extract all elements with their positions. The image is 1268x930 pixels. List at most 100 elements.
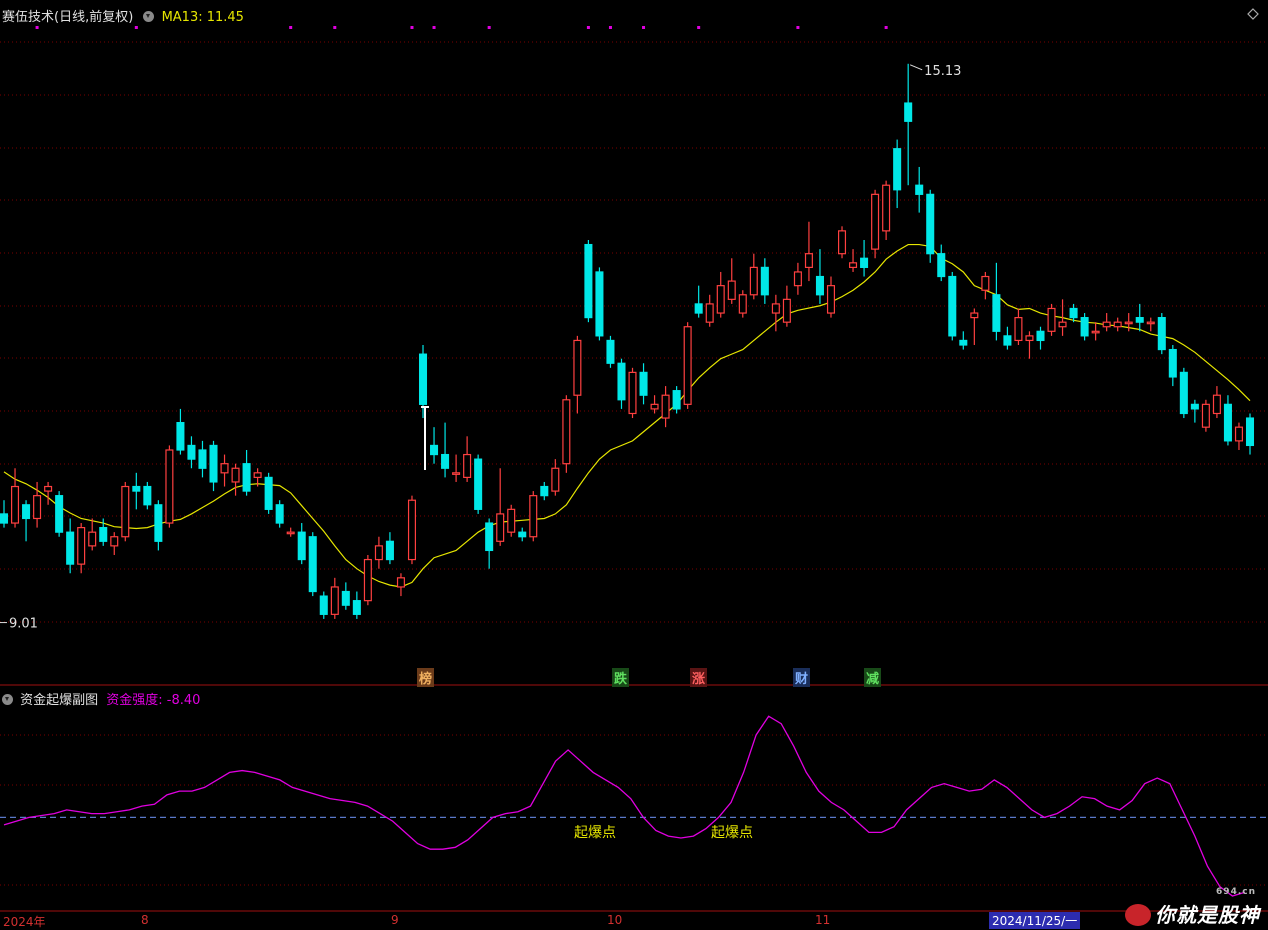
candle-body bbox=[297, 531, 306, 561]
candle-body bbox=[22, 504, 31, 520]
candle-body bbox=[66, 531, 75, 565]
candle-body bbox=[617, 362, 626, 401]
brand-watermark: 694.cn 你就是股神 bbox=[1125, 887, 1260, 928]
candle-body bbox=[948, 275, 957, 337]
candle-body bbox=[606, 339, 615, 364]
candle-body bbox=[562, 399, 571, 465]
candle-body bbox=[551, 467, 560, 492]
candle-body bbox=[1036, 330, 1045, 342]
candle-body bbox=[1124, 321, 1133, 325]
candle-body bbox=[253, 472, 262, 478]
tag-cai[interactable]: 财 bbox=[793, 668, 811, 687]
signal-dot bbox=[410, 26, 414, 29]
tag-bang[interactable]: 榜 bbox=[417, 668, 435, 687]
ma13-layer bbox=[3, 243, 1251, 588]
candle-body bbox=[242, 463, 251, 492]
candle-body bbox=[849, 262, 858, 268]
candle-body bbox=[363, 558, 372, 602]
candle-body bbox=[1157, 317, 1166, 351]
candle-body bbox=[661, 394, 670, 419]
candle-body bbox=[1025, 335, 1034, 342]
signal-dot bbox=[289, 26, 293, 29]
candle-body bbox=[463, 453, 472, 478]
settings-icon[interactable] bbox=[1247, 8, 1259, 24]
indicator-layer bbox=[0, 715, 1268, 897]
candle-body bbox=[926, 193, 935, 255]
candle-body bbox=[937, 253, 946, 278]
candle-body bbox=[639, 371, 648, 396]
candle-body bbox=[88, 531, 97, 547]
candle-body bbox=[915, 184, 924, 195]
candle-body bbox=[1223, 403, 1232, 442]
candle-body bbox=[0, 513, 9, 524]
candle-body bbox=[650, 403, 659, 410]
candle-body bbox=[474, 458, 483, 510]
candle-body bbox=[99, 527, 108, 542]
candle-body bbox=[882, 184, 891, 232]
signal-dot bbox=[642, 26, 646, 29]
candle-body bbox=[143, 485, 152, 506]
candle-body bbox=[418, 353, 428, 405]
candle-body bbox=[860, 257, 869, 268]
candle-body bbox=[396, 577, 405, 588]
candle-body bbox=[55, 495, 64, 533]
candle-body bbox=[871, 193, 880, 250]
cursor-date: 2024/11/25/一 bbox=[989, 912, 1081, 929]
candle-body bbox=[330, 586, 339, 615]
candle-body bbox=[672, 390, 681, 410]
candle-body bbox=[771, 303, 780, 314]
candle-body bbox=[1245, 417, 1255, 447]
candle-body bbox=[1212, 394, 1221, 415]
tag-zhang[interactable]: 涨 bbox=[690, 668, 708, 687]
candle-body bbox=[220, 463, 229, 474]
candle-body bbox=[308, 536, 317, 593]
candle-body bbox=[1168, 348, 1177, 378]
tag-die[interactable]: 跌 bbox=[612, 668, 630, 687]
candle-body bbox=[727, 280, 736, 300]
signal-dot bbox=[608, 26, 612, 29]
candle-body bbox=[694, 303, 703, 314]
signal-dot bbox=[796, 26, 800, 29]
xaxis-nov: 11 bbox=[815, 913, 831, 927]
candles-layer bbox=[0, 63, 1255, 619]
candle-body bbox=[628, 371, 637, 415]
candle-body bbox=[992, 294, 1001, 332]
candle-body bbox=[970, 312, 979, 319]
tag-jian[interactable]: 减 bbox=[864, 668, 882, 687]
low-label: 9.01 bbox=[9, 617, 38, 632]
candle-body bbox=[760, 266, 769, 296]
dropdown-icon[interactable] bbox=[143, 11, 155, 22]
signal-dot bbox=[487, 26, 491, 29]
candle-body bbox=[904, 102, 913, 122]
candle-body bbox=[507, 508, 516, 533]
candle-body bbox=[121, 485, 130, 538]
candle-body bbox=[176, 422, 185, 451]
candle-body bbox=[44, 485, 53, 492]
candle-body bbox=[452, 472, 461, 475]
high-label: 15.13 bbox=[924, 64, 961, 79]
candle-body bbox=[407, 499, 417, 561]
candle-body bbox=[385, 540, 394, 561]
candle-body bbox=[1102, 321, 1111, 328]
xaxis-year: 2024年 bbox=[3, 915, 46, 929]
indicator-line bbox=[3, 715, 1246, 897]
signal-dot bbox=[333, 26, 337, 29]
dropdown-icon[interactable] bbox=[2, 694, 13, 705]
signal-dot bbox=[134, 26, 138, 29]
signal-dot bbox=[586, 26, 590, 29]
candle-body bbox=[286, 531, 295, 535]
indicator-label: 资金强度: -8.40 bbox=[106, 693, 201, 708]
candle-body bbox=[540, 485, 549, 497]
candle-body bbox=[826, 285, 836, 314]
candle-body bbox=[584, 243, 593, 319]
candle-body bbox=[430, 444, 439, 456]
signal-label: 起爆点 bbox=[711, 825, 753, 841]
candle-body bbox=[1091, 330, 1100, 334]
candle-body bbox=[165, 449, 174, 524]
xaxis-aug: 8 bbox=[141, 913, 149, 927]
main-header: 赛伍技术(日线,前复权) MA13: 11.45 bbox=[2, 6, 244, 25]
candle-body bbox=[683, 326, 692, 405]
candle-body bbox=[154, 504, 163, 542]
candle-body bbox=[738, 294, 747, 314]
signal-dot bbox=[884, 26, 888, 29]
